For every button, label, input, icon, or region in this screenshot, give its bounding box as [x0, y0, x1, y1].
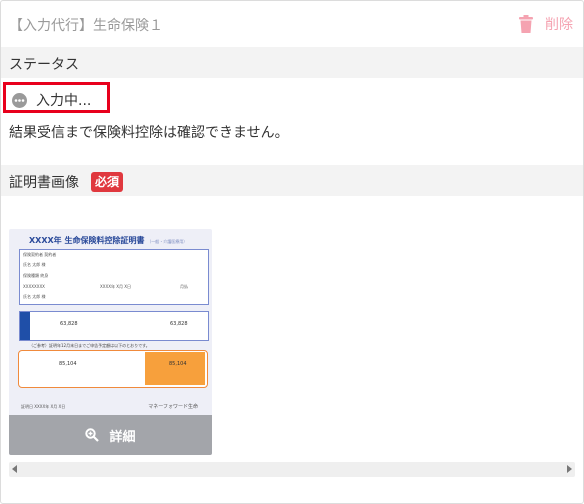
insurance-card: 【入力代行】生命保険１ 削除 ステータス 入力中... 結果受信まで保険料控除は…	[0, 0, 584, 504]
doc-footer-date: 証明日 XXXX年 X月 X日	[21, 404, 66, 409]
certificate-section-heading: 証明書画像 必須	[1, 165, 583, 196]
doc-row: XXXX年 X月 X日	[100, 284, 131, 289]
doc-info-box: 保険契約者 契約者 氏名 太郎 様 保険種類 終身 XXXXXXXX 氏名 太郎…	[19, 249, 209, 305]
scroll-left-icon[interactable]	[12, 465, 17, 473]
delete-button[interactable]: 削除	[519, 12, 573, 36]
doc-note: （ご参考）証明年12月末日までご申告予定額は以下のとおりです。	[29, 343, 150, 348]
ellipsis-icon	[12, 92, 27, 108]
doc-table-highlight: 85,104 85,104	[18, 350, 208, 388]
trash-icon	[519, 15, 533, 33]
card-title: 【入力代行】生命保険１	[9, 18, 163, 34]
doc-table-top: 63,828 63,828	[19, 311, 209, 341]
doc-row: XXXXXXXX	[23, 284, 45, 289]
doc-footer-company: マネーフォワード生命	[148, 404, 198, 410]
status-text: 入力中...	[36, 93, 92, 109]
doc-title: XXXX年 生命保険料控除証明書 （一般・介護医療用）	[29, 236, 188, 245]
scroll-right-icon[interactable]	[567, 465, 572, 473]
certificate-thumbnail[interactable]: XXXX年 生命保険料控除証明書 （一般・介護医療用） 保険契約者 契約者 氏名…	[9, 229, 212, 455]
card-header: 【入力代行】生命保険１ 削除	[1, 1, 583, 47]
doc-row: 保険契約者 契約者	[23, 252, 57, 257]
doc-row: 氏名 太郎 様	[23, 294, 46, 299]
status-section-heading: ステータス	[1, 47, 583, 78]
status-heading-label: ステータス	[9, 57, 79, 73]
detail-button[interactable]: 詳細	[9, 415, 212, 455]
certificate-heading-label: 証明書画像	[9, 175, 79, 191]
detail-label: 詳細	[109, 429, 136, 445]
status-note: 結果受信まで保険料控除は確認できません。	[9, 125, 289, 141]
doc-row: 保険種類 終身	[23, 273, 49, 278]
zoom-icon	[85, 428, 100, 442]
horizontal-scrollbar[interactable]	[9, 462, 575, 477]
required-badge: 必須	[91, 172, 124, 192]
doc-row: 月払	[180, 284, 188, 289]
status-indicator: 入力中...	[3, 82, 110, 113]
doc-row: 氏名 太郎 様	[23, 262, 46, 267]
delete-label: 削除	[545, 17, 573, 33]
